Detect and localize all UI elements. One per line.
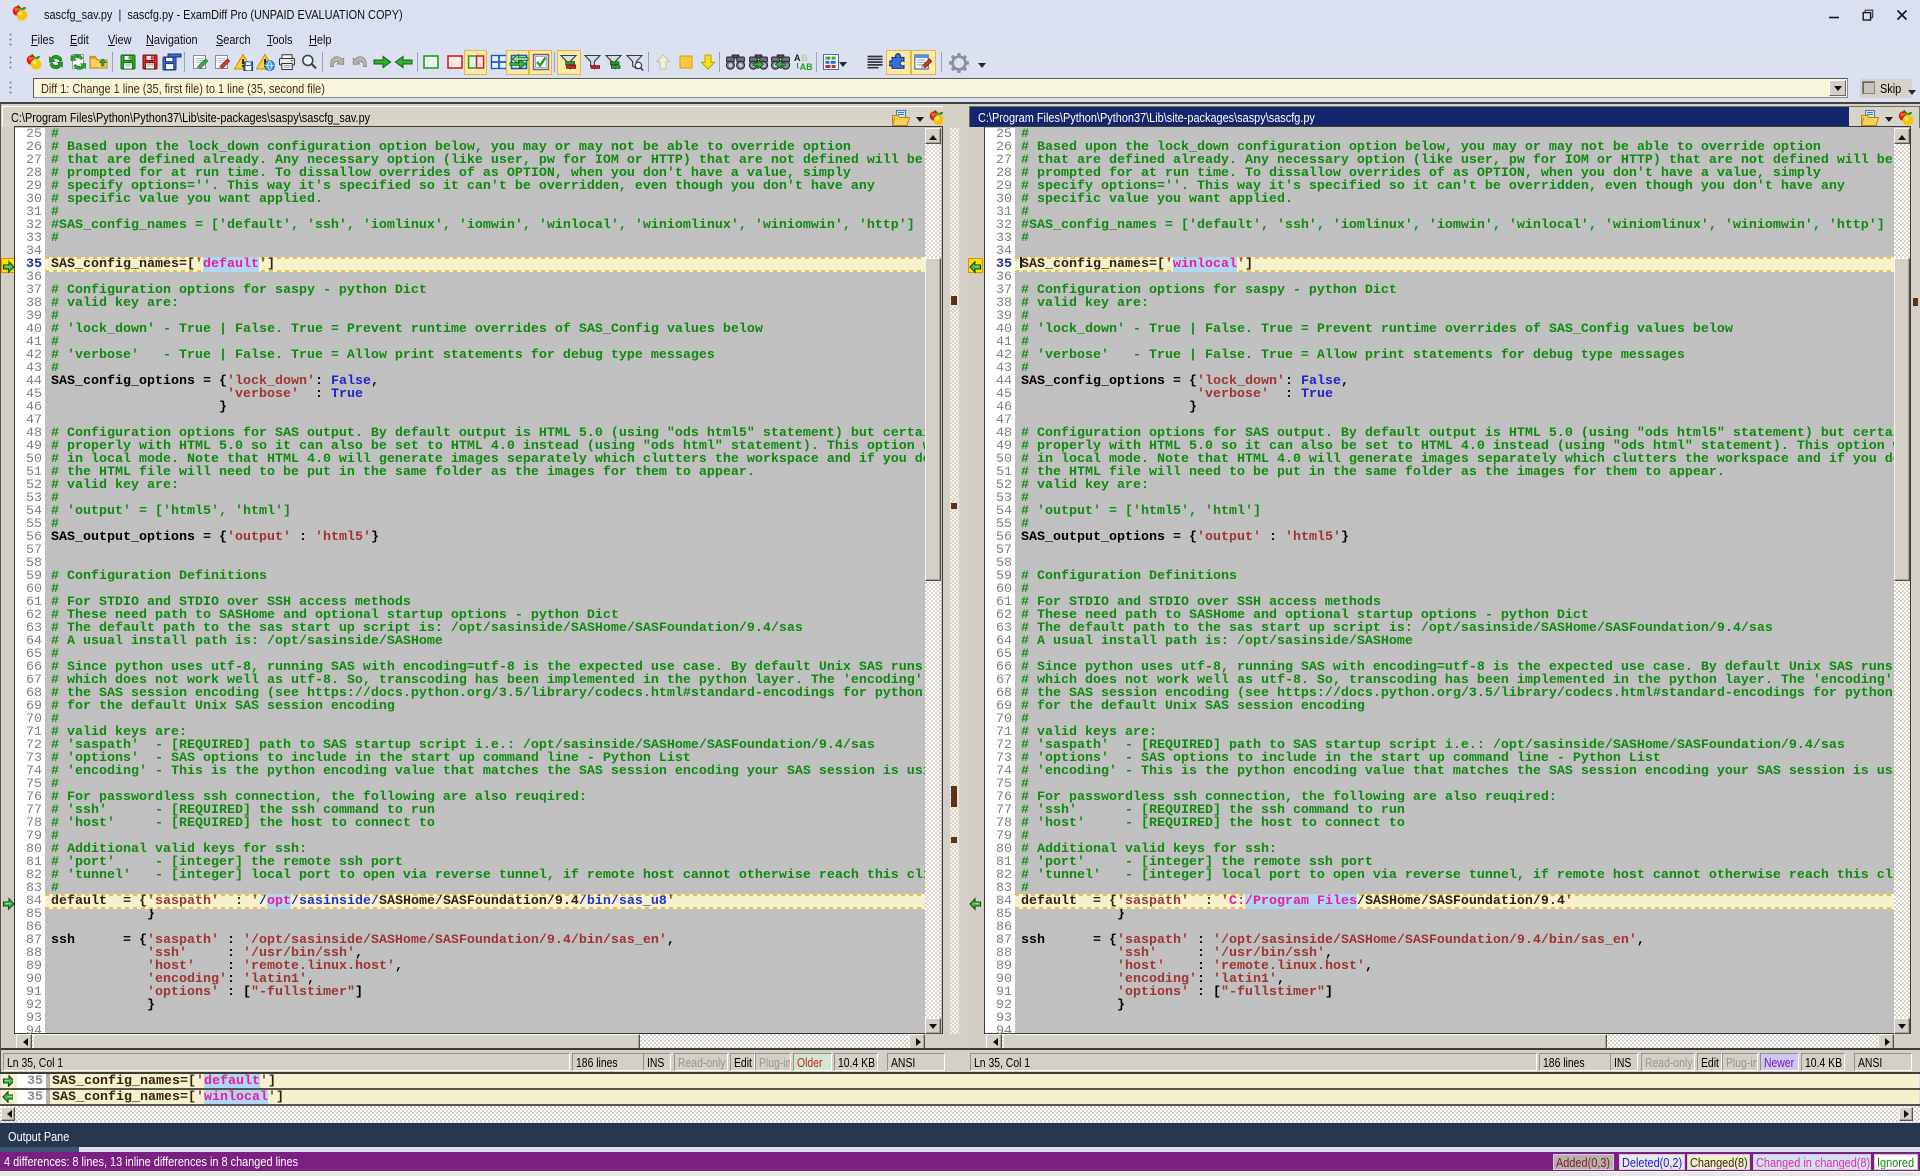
svg-text:AB: AB — [800, 62, 813, 71]
